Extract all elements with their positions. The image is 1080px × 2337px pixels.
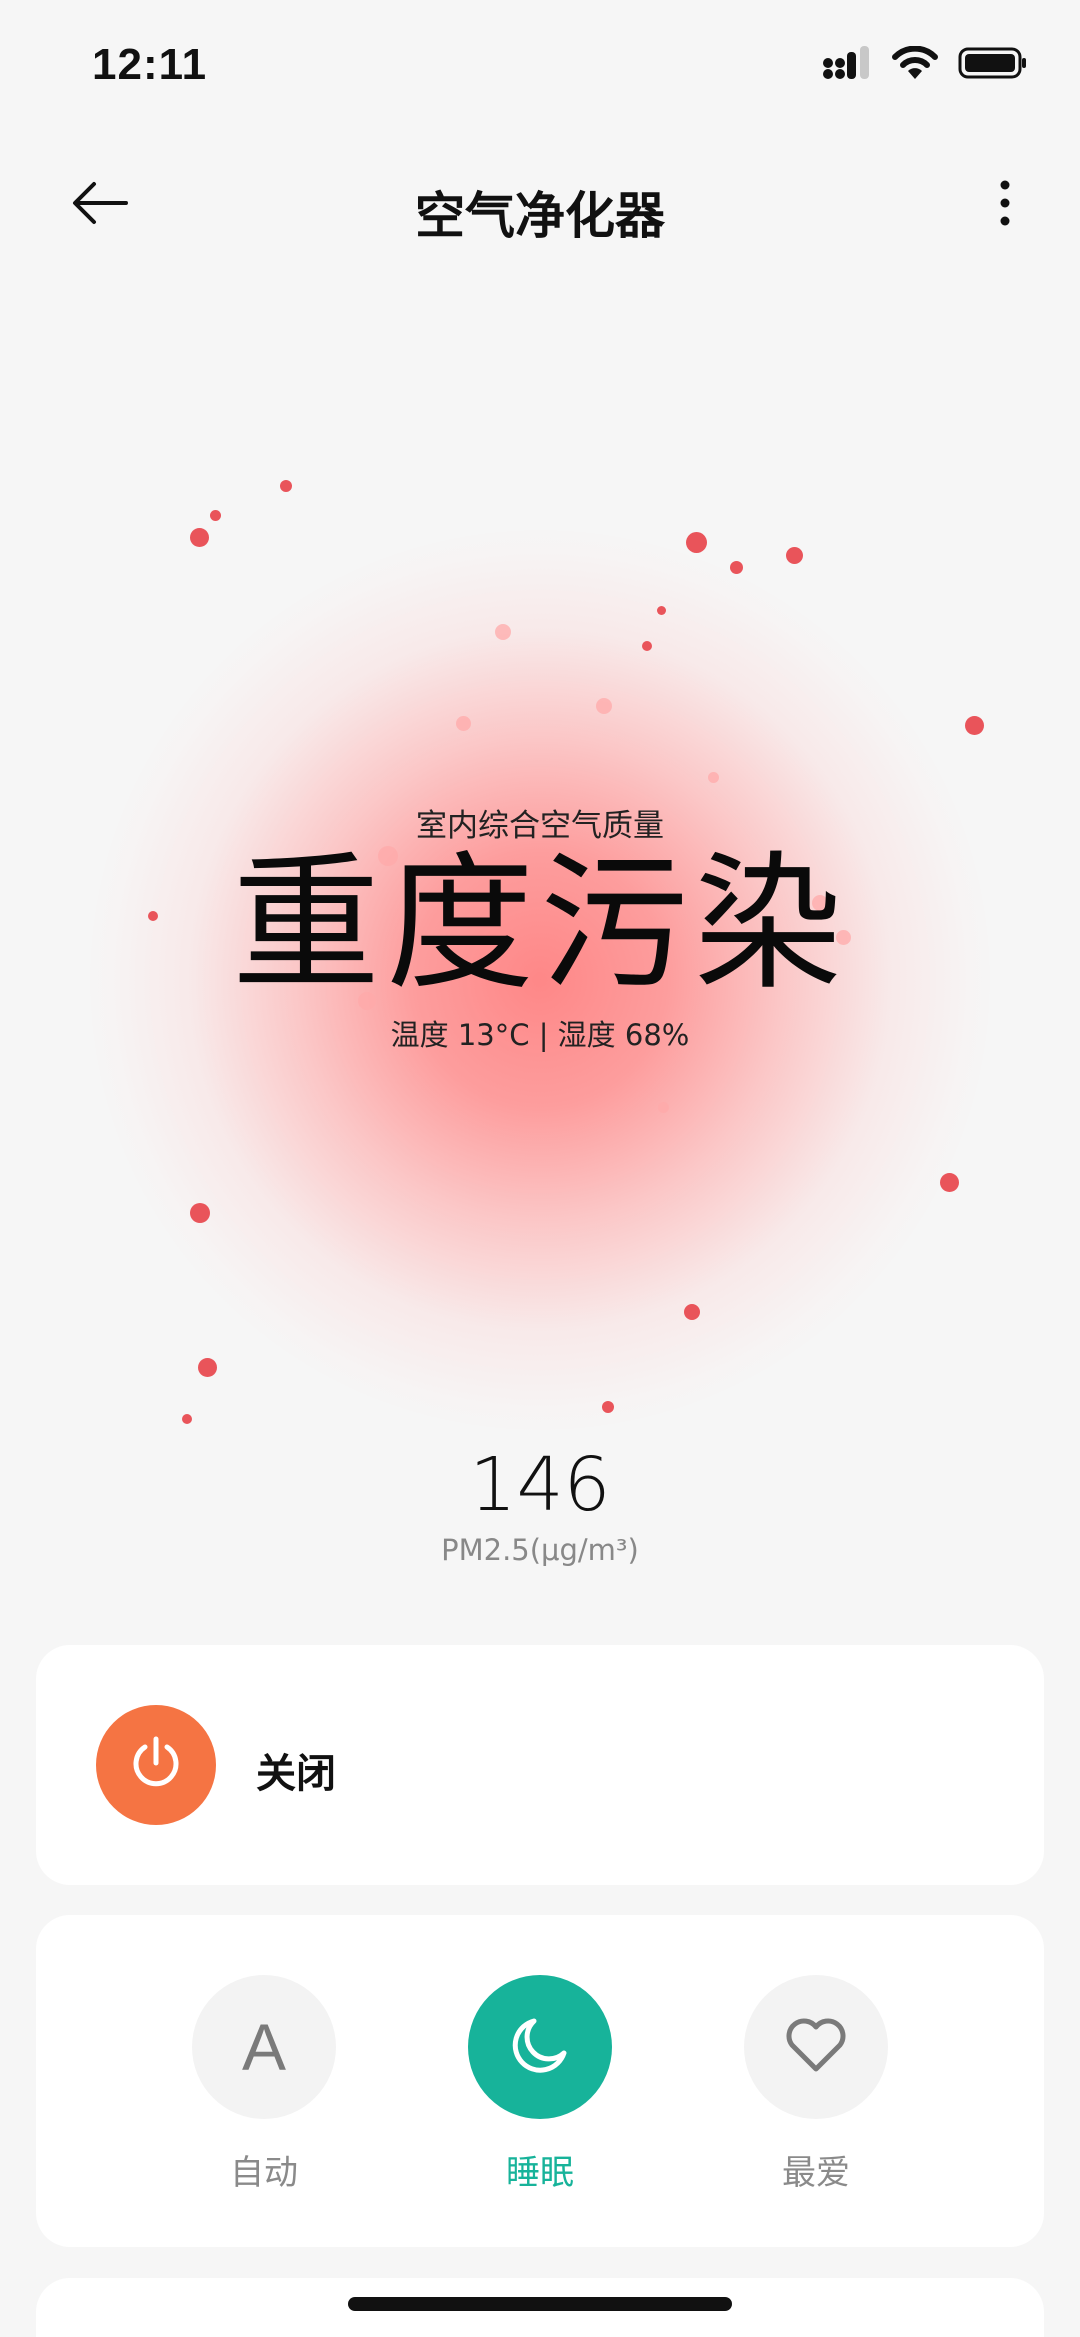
- status-icons: [822, 45, 1028, 84]
- power-label: 关闭: [256, 1751, 336, 1797]
- home-indicator[interactable]: [348, 2297, 732, 2311]
- particle-dot: [456, 716, 471, 731]
- mode-sleep[interactable]: 睡眠: [465, 1975, 615, 2194]
- auto-letter-icon: A: [241, 2010, 287, 2084]
- battery-icon: [958, 46, 1028, 84]
- more-vertical-icon: [999, 179, 1011, 231]
- mode-auto-button[interactable]: A: [192, 1975, 336, 2119]
- particle-dot: [495, 624, 511, 640]
- title-bar: 空气净化器: [0, 150, 1080, 260]
- mode-sleep-button[interactable]: [468, 1975, 612, 2119]
- mode-auto[interactable]: A 自动: [189, 1975, 339, 2194]
- particle-dot: [596, 698, 612, 714]
- temperature-humidity: 温度 13°C | 湿度 68%: [390, 1018, 690, 1052]
- particle-dot: [210, 510, 221, 521]
- power-icon: [126, 1733, 186, 1797]
- mode-favorite[interactable]: 最爱: [741, 1975, 891, 2194]
- power-button[interactable]: [96, 1705, 216, 1825]
- particle-dot: [940, 1173, 959, 1192]
- mode-favorite-label: 最爱: [782, 2153, 850, 2193]
- particle-dot: [708, 772, 719, 783]
- moon-icon: [508, 2013, 572, 2081]
- air-quality-level: 重度污染: [232, 838, 848, 1010]
- cellular-signal-icon: [822, 46, 872, 84]
- particle-dot: [190, 528, 209, 547]
- app-screen: 12:11 空气净化器 室内综合空气质量 重度污染 温度 13°C | 湿度 6…: [0, 0, 1080, 2337]
- particle-dot: [280, 480, 292, 492]
- particle-dot: [657, 606, 666, 615]
- pm25-unit: PM2.5(μg/m³): [441, 1533, 639, 1567]
- particle-dot: [602, 1401, 614, 1413]
- particle-dot: [190, 1203, 210, 1223]
- mode-auto-label: 自动: [230, 2153, 298, 2193]
- mode-favorite-button[interactable]: [744, 1975, 888, 2119]
- wifi-icon: [892, 45, 938, 84]
- particle-dot: [686, 532, 707, 553]
- status-bar: 12:11: [0, 0, 1080, 130]
- particle-dot: [658, 1102, 669, 1113]
- particle-dot: [684, 1304, 700, 1320]
- more-options-button[interactable]: [970, 170, 1040, 240]
- particle-dot: [198, 1358, 217, 1377]
- page-title: 空气净化器: [415, 187, 665, 245]
- pm25-value: 146: [469, 1442, 611, 1528]
- air-quality-visual: 室内综合空气质量 重度污染 温度 13°C | 湿度 68%: [0, 380, 1080, 1430]
- particle-dot: [786, 547, 803, 564]
- heart-icon: [783, 2015, 849, 2079]
- power-card: 关闭: [36, 1645, 1044, 1885]
- mode-sleep-label: 睡眠: [506, 2153, 574, 2193]
- particle-dot: [965, 716, 984, 735]
- particle-dot: [182, 1414, 192, 1424]
- particle-dot: [642, 641, 652, 651]
- status-time: 12:11: [92, 40, 208, 89]
- mode-card: A 自动 睡眠 最爱: [36, 1915, 1044, 2247]
- particle-dot: [730, 561, 743, 574]
